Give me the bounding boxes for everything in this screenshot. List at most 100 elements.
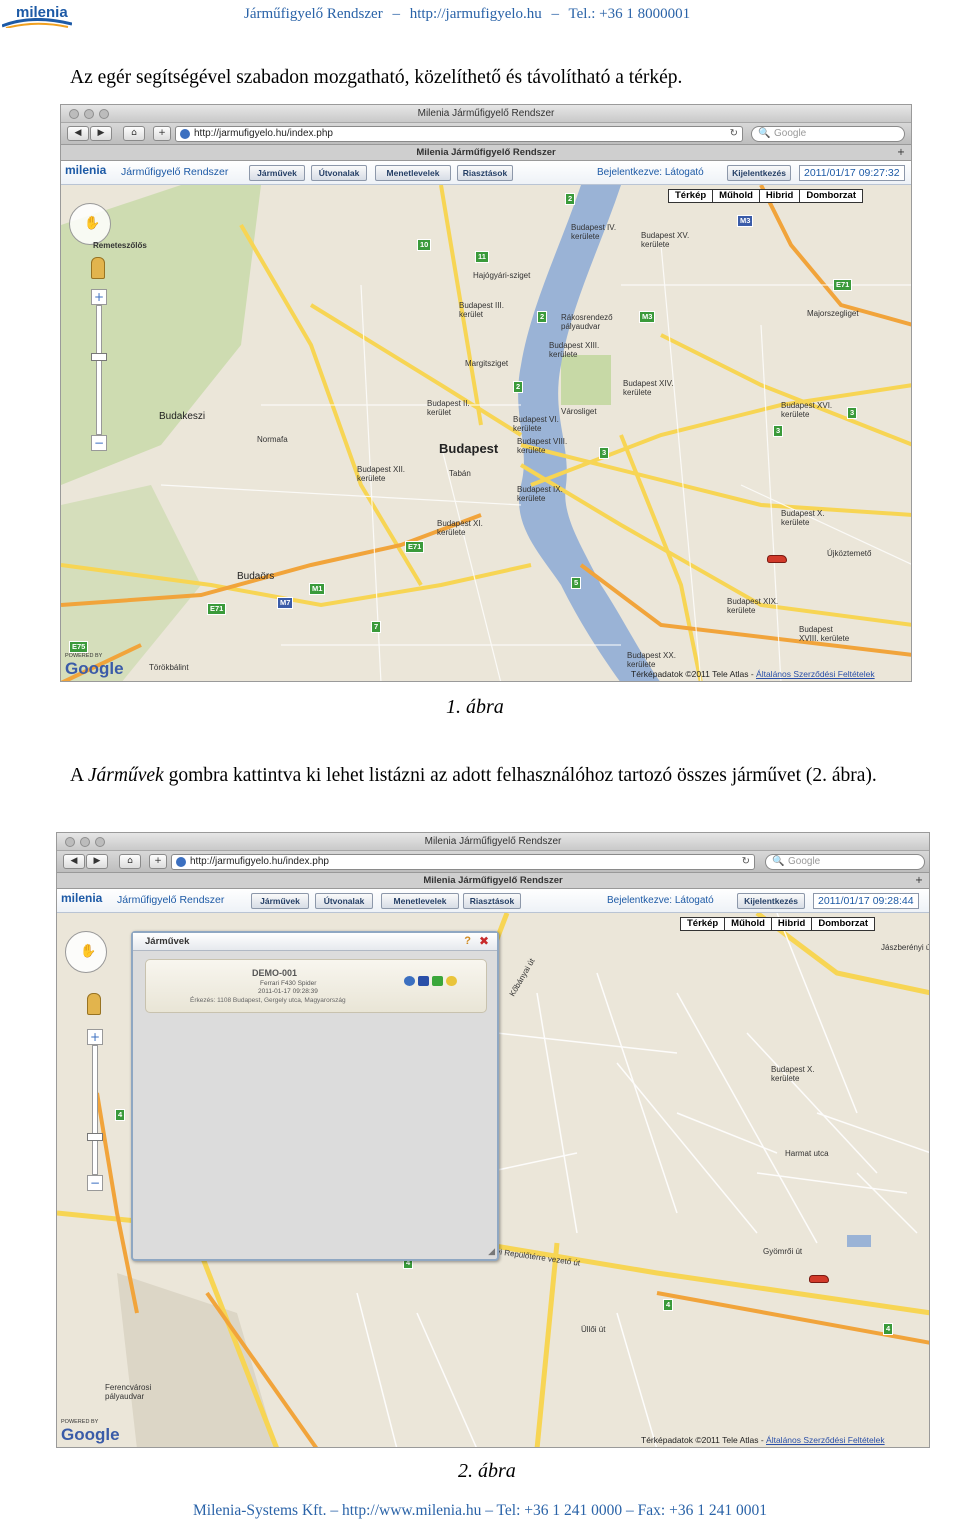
home-button[interactable]: ⌂ [119,854,141,869]
map-label: Budapest X. kerülete [771,1065,815,1083]
resize-handle-icon[interactable]: ◢ [488,1247,495,1257]
menu-logbooks-button[interactable]: Menetlevelek [381,893,459,909]
road-number-badge: 2 [513,381,524,393]
map-type-switcher: Térkép Műhold Hibrid Domborzat [668,189,863,203]
header-url[interactable]: http://jarmufigyelo.hu [410,6,542,22]
page-footer: Milenia-Systems Kft. – http://www.mileni… [193,1502,767,1519]
map-label: Újköztemető [827,549,872,558]
zoom-dot-icon[interactable] [95,837,105,847]
map-type-hybrid-button[interactable]: Hibrid [758,189,801,203]
close-icon[interactable]: ✖ [479,934,489,948]
close-dot-icon[interactable] [69,109,79,119]
menu-routes-button[interactable]: Útvonalak [311,165,367,181]
map-type-satellite-button[interactable]: Műhold [712,189,760,203]
search-bar[interactable]: 🔍 Google [751,126,905,142]
map-label: Budapest XIV. kerülete [623,379,674,397]
tab-bar: Milenia Járműfigyelő Rendszer + [61,145,911,161]
pegman-icon[interactable] [87,993,101,1015]
app-title: Járműfigyelő Rendszer [117,894,225,906]
map-label: Budapest IV. kerülete [571,223,617,241]
map-label: Budapest VIII. kerülete [517,437,568,455]
zoom-slider[interactable] [92,1045,98,1175]
minimize-dot-icon[interactable] [84,109,94,119]
zoom-out-button[interactable]: − [87,1175,103,1191]
map-label: Budapest XV. kerülete [641,231,690,249]
terms-link[interactable]: Általános Szerződési Feltételek [756,669,875,679]
minimize-dot-icon[interactable] [80,837,90,847]
window-titlebar: Milenia Járműfigyelő Rendszer [61,105,911,123]
add-bookmark-button[interactable]: + [149,854,167,869]
help-icon[interactable]: ? [464,935,471,947]
logout-button[interactable]: Kijelentkezés [727,165,791,181]
zoom-in-button[interactable]: + [87,1029,103,1045]
map-label: Hajógyári-sziget [473,271,531,280]
map-label: Budapest [439,441,499,456]
map-label: Gyömrői út [763,1247,803,1256]
search-bar[interactable]: 🔍 Google [765,854,925,870]
back-button[interactable]: ◀ [63,854,85,869]
map-type-map-button[interactable]: Térkép [668,189,714,203]
map-label: Majorszegliget [807,309,859,318]
menu-alarms-button[interactable]: Riasztások [463,893,521,909]
status-yellow-icon[interactable] [446,976,457,986]
zoom-in-button[interactable]: + [91,289,107,305]
tab-title[interactable]: Milenia Járműfigyelő Rendszer [423,875,562,886]
new-tab-icon[interactable]: + [915,873,923,889]
forward-button[interactable]: ▶ [86,854,108,869]
satellite-icon[interactable] [418,976,429,986]
menu-vehicles-button[interactable]: Járművek [251,893,309,909]
vehicle-marker-icon[interactable] [809,1275,829,1283]
map-type-satellite-button[interactable]: Műhold [724,917,772,931]
reload-icon[interactable]: ↻ [730,127,738,141]
zoom-out-button[interactable]: − [91,435,107,451]
panel-header: Járművek ? ✖ [133,933,497,951]
map-label: Budapest II. kerület [427,399,470,417]
close-dot-icon[interactable] [65,837,75,847]
vehicle-address: Érkezés: 1108 Budapest, Gergely utca, Ma… [190,997,346,1004]
pegman-icon[interactable] [91,257,105,279]
vehicle-marker-icon[interactable] [767,555,787,563]
zoom-dot-icon[interactable] [99,109,109,119]
header-system-name: Járműfigyelő Rendszer [244,6,383,22]
terms-link[interactable]: Általános Szerződési Feltételek [766,1435,885,1445]
pan-control[interactable]: ✋ [69,203,111,245]
map-type-hybrid-button[interactable]: Hibrid [770,917,813,931]
map-type-terrain-button[interactable]: Domborzat [811,917,875,931]
app-header: milenia Járműfigyelő Rendszer Járművek Ú… [61,161,911,185]
url-bar[interactable]: http://jarmufigyelo.hu/index.php ↻ [171,854,755,870]
forward-button[interactable]: ▶ [90,126,112,141]
gps-signal-icon[interactable] [404,976,415,986]
back-button[interactable]: ◀ [67,126,89,141]
menu-alarms-button[interactable]: Riasztások [457,165,513,181]
map-label: Budapest XX. kerülete [627,651,676,669]
google-logo: POWERED BY Google [61,1419,120,1444]
zoom-slider[interactable] [96,305,102,435]
figure-1-screenshot: Milenia Járműfigyelő Rendszer ◀ ▶ ⌂ + ht… [60,104,912,682]
menu-vehicles-button[interactable]: Járművek [249,165,305,181]
zoom-knob[interactable] [91,353,107,361]
map-type-terrain-button[interactable]: Domborzat [799,189,863,203]
status-green-icon[interactable] [432,976,443,986]
new-tab-icon[interactable]: + [897,145,905,161]
road-number-badge: 5 [571,577,582,589]
add-bookmark-button[interactable]: + [153,126,171,141]
map-label: Ferencvárosi pályaudvar [105,1383,152,1401]
home-button[interactable]: ⌂ [123,126,145,141]
reload-icon[interactable]: ↻ [742,855,750,869]
map-label: Rákosrendező pályaudvar [561,313,613,331]
map-label: Normafa [257,435,288,444]
map-type-map-button[interactable]: Térkép [680,917,726,931]
tab-title[interactable]: Milenia Járműfigyelő Rendszer [416,147,555,158]
map-label: Üllői út [581,1325,606,1334]
page-header: milenia Járműfigyelő Rendszer – http://j… [0,0,960,32]
zoom-control: + − [87,1029,103,1191]
menu-logbooks-button[interactable]: Menetlevelek [375,165,451,181]
url-bar[interactable]: http://jarmufigyelo.hu/index.php ↻ [175,126,743,142]
menu-routes-button[interactable]: Útvonalak [315,893,373,909]
logout-button[interactable]: Kijelentkezés [737,893,805,909]
zoom-knob[interactable] [87,1133,103,1141]
map-area[interactable]: Térkép Műhold Hibrid Domborzat ✋ + − Rem… [61,185,911,681]
pan-control[interactable]: ✋ [65,931,107,973]
window-title: Milenia Járműfigyelő Rendszer [417,108,555,119]
vehicle-card[interactable]: DEMO-001 Ferrari F430 Spider 2011-01-17 … [145,959,487,1013]
